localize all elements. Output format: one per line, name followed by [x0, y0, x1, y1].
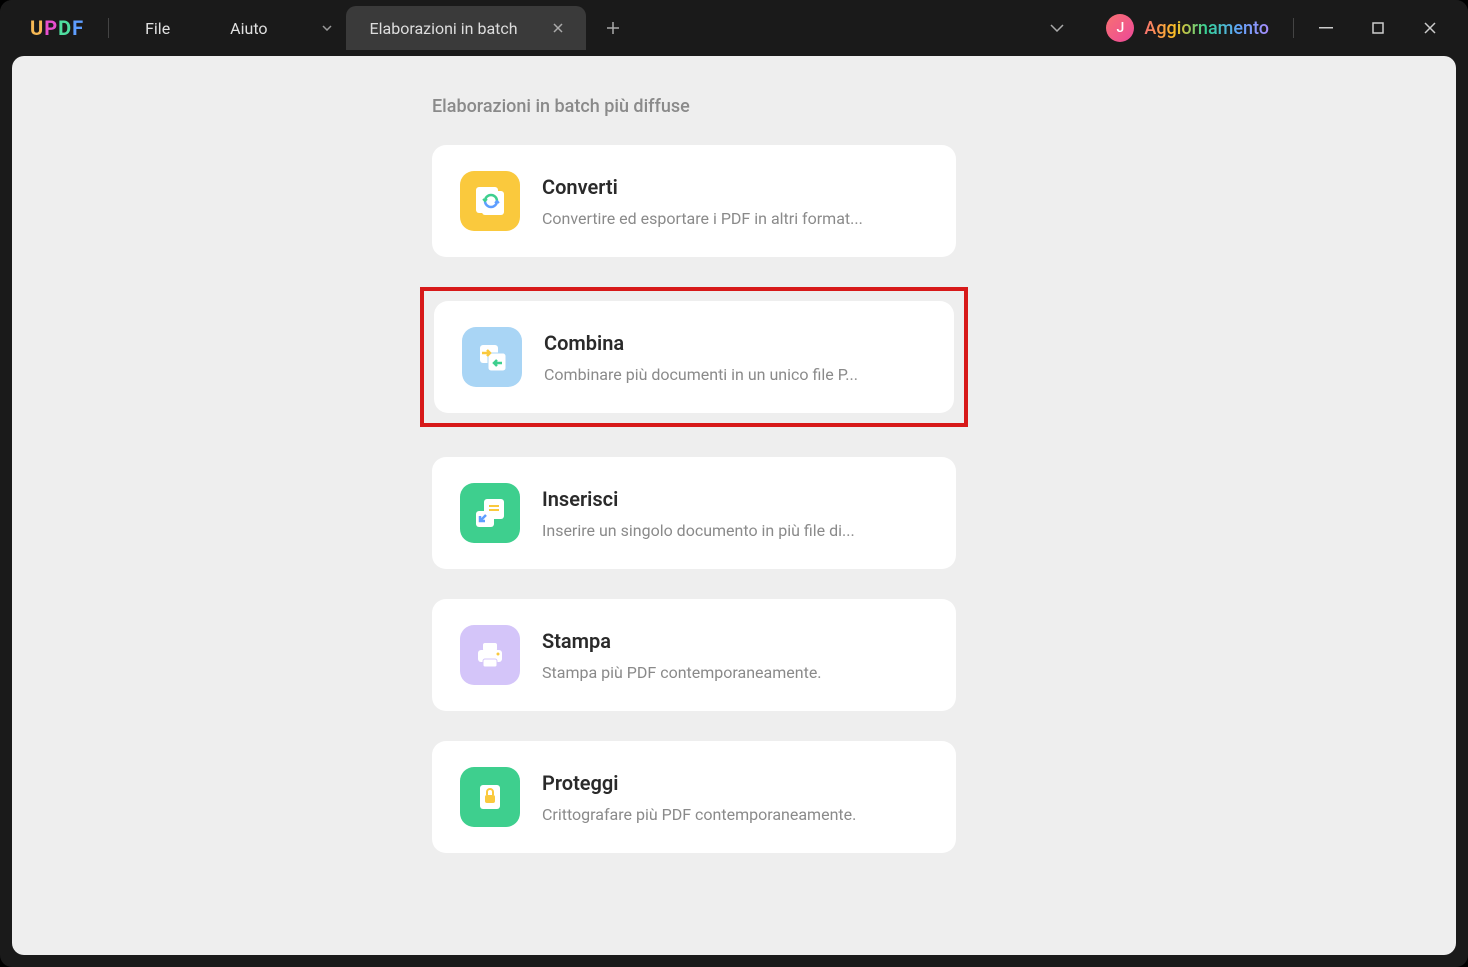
window-controls — [1300, 8, 1456, 48]
close-button[interactable] — [1404, 8, 1456, 48]
card-title: Proteggi — [542, 771, 928, 795]
card-desc: Combinare più documenti in un unico file… — [544, 365, 926, 384]
card-content: Proteggi Crittografare più PDF contempor… — [542, 771, 928, 824]
card-combine-highlighted[interactable]: Combina Combinare più documenti in un un… — [420, 287, 968, 427]
card-content: Inserisci Inserire un singolo documento … — [542, 487, 928, 540]
app-window: UPDF File Aiuto Elaborazioni in batch — [0, 0, 1468, 967]
combine-icon — [462, 327, 522, 387]
card-desc: Stampa più PDF contemporaneamente. — [542, 663, 928, 682]
card-content: Converti Convertire ed esportare i PDF i… — [542, 175, 928, 228]
minimize-button[interactable] — [1300, 8, 1352, 48]
section-title: Elaborazioni in batch più diffuse — [432, 96, 1456, 117]
convert-icon — [460, 171, 520, 231]
tab-title: Elaborazioni in batch — [370, 19, 518, 38]
maximize-button[interactable] — [1352, 8, 1404, 48]
separator — [108, 18, 109, 38]
card-title: Inserisci — [542, 487, 928, 511]
avatar: J — [1106, 14, 1134, 42]
titlebar: UPDF File Aiuto Elaborazioni in batch — [0, 0, 1468, 56]
card-content: Combina Combinare più documenti in un un… — [544, 331, 926, 384]
tab-add-icon[interactable] — [586, 21, 640, 35]
menu-help[interactable]: Aiuto — [200, 19, 297, 38]
update-label: Aggiornamento — [1144, 18, 1269, 39]
card-title: Stampa — [542, 629, 928, 653]
insert-icon — [460, 483, 520, 543]
card-protect[interactable]: Proteggi Crittografare più PDF contempor… — [432, 741, 956, 853]
card-title: Combina — [544, 331, 926, 355]
chevron-down-icon[interactable] — [1026, 24, 1088, 32]
separator — [1293, 18, 1294, 38]
card-convert[interactable]: Converti Convertire ed esportare i PDF i… — [432, 145, 956, 257]
logo-text: UPDF — [30, 16, 84, 40]
right-controls: J Aggiornamento — [1026, 8, 1456, 48]
tab-close-icon[interactable] — [546, 20, 570, 36]
card-title: Converti — [542, 175, 928, 199]
tab-batch[interactable]: Elaborazioni in batch — [346, 6, 586, 50]
tab-dropdown-icon[interactable] — [308, 25, 346, 31]
content-area: Elaborazioni in batch più diffuse Conver… — [12, 56, 1456, 955]
card-content: Stampa Stampa più PDF contemporaneamente… — [542, 629, 928, 682]
avatar-letter: J — [1117, 20, 1125, 36]
user-update-badge[interactable]: J Aggiornamento — [1088, 14, 1287, 42]
card-desc: Inserire un singolo documento in più fil… — [542, 521, 928, 540]
tab-area: Elaborazioni in batch — [308, 6, 1027, 50]
card-print[interactable]: Stampa Stampa più PDF contemporaneamente… — [432, 599, 956, 711]
card-insert[interactable]: Inserisci Inserire un singolo documento … — [432, 457, 956, 569]
menu-file[interactable]: File — [115, 19, 200, 38]
card-desc: Convertire ed esportare i PDF in altri f… — [542, 209, 928, 228]
protect-icon — [460, 767, 520, 827]
print-icon — [460, 625, 520, 685]
card-desc: Crittografare più PDF contemporaneamente… — [542, 805, 928, 824]
app-logo[interactable]: UPDF — [12, 16, 102, 40]
